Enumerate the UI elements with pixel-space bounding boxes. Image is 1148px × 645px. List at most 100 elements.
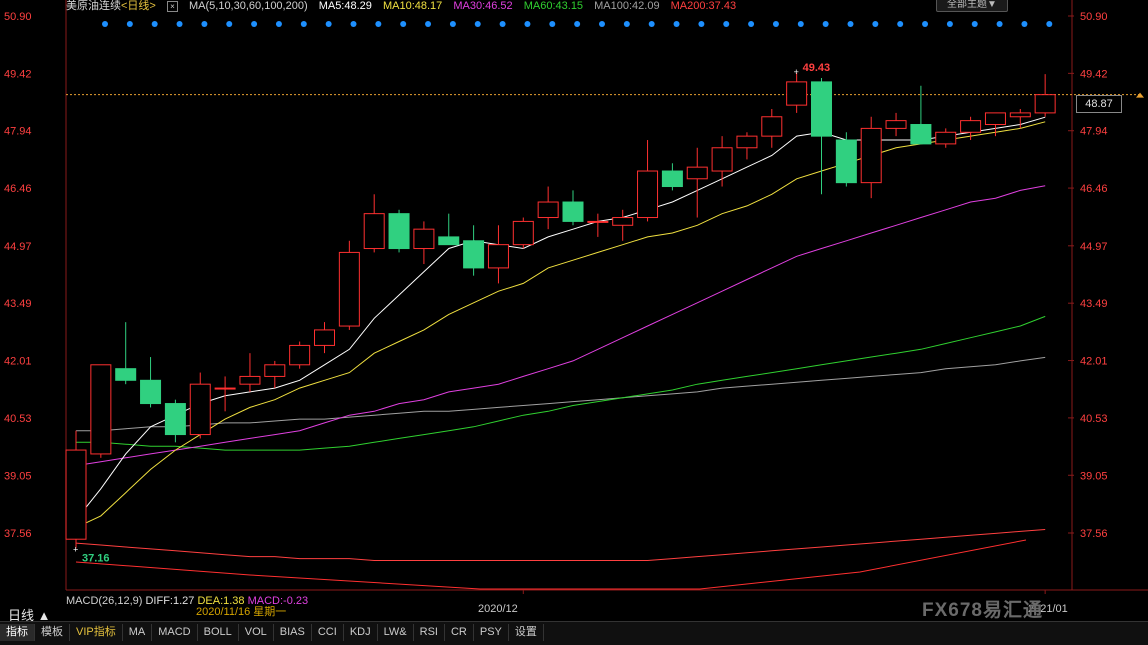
candle-body[interactable] [811, 81, 832, 137]
candle-body[interactable] [910, 124, 932, 145]
tab-7[interactable]: BIAS [274, 624, 312, 641]
candle-body[interactable] [1034, 94, 1056, 114]
candle-body[interactable] [562, 201, 584, 222]
candle-body[interactable] [289, 344, 311, 366]
ma100-line [76, 356, 1046, 432]
price-axis-label: 40.53 [1080, 413, 1108, 425]
price-axis-label: 37.56 [1080, 528, 1108, 540]
price-axis-label-left: 49.42 [4, 68, 32, 80]
close-indicator-icon[interactable]: × [166, 1, 178, 12]
signal-dot [300, 21, 307, 27]
candle-body[interactable] [736, 135, 758, 149]
tab-0[interactable]: 指标 [0, 624, 35, 641]
signal-dot [599, 21, 605, 27]
candle-body[interactable] [761, 116, 783, 137]
tab-12[interactable]: CR [445, 624, 474, 641]
candlestick-chart[interactable]: 50.90 50.90 49.42 49.42 47.94 47.94 46.46 46.46… [0, 0, 1148, 644]
candle-body[interactable] [164, 403, 186, 436]
tab-4[interactable]: MACD [152, 624, 198, 641]
date-tick-2020-12: 2020/12 [478, 603, 518, 615]
candle-body[interactable] [885, 120, 907, 129]
ma5-line [75, 116, 1046, 521]
tab-14[interactable]: 设置 [509, 624, 544, 641]
price-axis-label: 50.90 [1080, 11, 1108, 23]
candle-body[interactable] [984, 112, 1006, 126]
candle-body[interactable] [960, 120, 982, 133]
candle-body[interactable] [1009, 112, 1031, 118]
candle-body[interactable] [686, 166, 708, 180]
signal-dot [1046, 21, 1053, 27]
candle-body[interactable] [935, 131, 957, 145]
candle-body[interactable] [438, 236, 460, 246]
high-price-label: 49.43 [803, 62, 831, 74]
tab-8[interactable]: CCI [312, 624, 344, 641]
candle-body[interactable] [115, 368, 137, 381]
candle-body[interactable] [314, 329, 335, 346]
candle-body[interactable] [214, 387, 236, 390]
cursor-date: 2020/11/16 星期一 [196, 606, 287, 618]
signal-dot [847, 21, 854, 27]
candle-body[interactable] [786, 81, 808, 106]
symbol-name: 美原油连续 [66, 0, 121, 12]
candle-body[interactable] [463, 240, 485, 269]
candle-body[interactable] [612, 217, 634, 226]
tab-11[interactable]: RSI [414, 624, 445, 641]
price-axis-label-left: 40.53 [4, 413, 32, 425]
ma10-line [75, 121, 1046, 529]
signal-dot [822, 21, 829, 27]
price-axis-label: 42.01 [1080, 356, 1108, 368]
candle-body[interactable] [338, 251, 360, 327]
price-axis-label: 43.49 [1080, 298, 1108, 310]
candle-body[interactable] [860, 127, 882, 184]
price-axis-label-left: 42.01 [4, 356, 32, 368]
signal-dot [748, 21, 755, 27]
tab-5[interactable]: BOLL [198, 624, 239, 641]
macd-title: MACD(26,12,9) [66, 595, 143, 607]
last-price-arrow-icon [1136, 92, 1144, 98]
signal-dot [574, 21, 581, 27]
candle-body[interactable] [512, 220, 534, 246]
candle-body[interactable] [239, 375, 261, 385]
tab-2[interactable]: VIP指标 [70, 624, 123, 641]
candle-body[interactable] [587, 220, 609, 223]
theme-dropdown-button[interactable]: 全部主题▼ [936, 0, 1008, 12]
candle-body[interactable] [388, 213, 410, 250]
tab-1[interactable]: 模板 [35, 624, 70, 641]
tab-10[interactable]: LW& [378, 624, 414, 641]
candle-body[interactable] [363, 213, 385, 250]
signal-dot [623, 21, 630, 27]
signal-dot [524, 21, 531, 27]
candle-body[interactable] [65, 449, 87, 540]
candle-body[interactable] [711, 147, 733, 172]
tab-13[interactable]: PSY [474, 624, 509, 641]
signal-dot [325, 21, 332, 27]
signal-dot [772, 21, 779, 27]
signal-dot [226, 21, 233, 27]
ma30-value: MA30:46.52 [453, 0, 513, 12]
candle-body[interactable] [537, 201, 559, 219]
macd-diff: DIFF:1.27 [145, 595, 195, 607]
ma-title: MA(5,10,30,60,100,200) [188, 0, 308, 12]
ma60-value: MA60:43.15 [523, 0, 584, 12]
tab-3[interactable]: MA [123, 624, 153, 641]
candle-body[interactable] [413, 228, 435, 250]
price-axis-label: 44.97 [1080, 241, 1108, 253]
signal-dot [400, 21, 407, 27]
ma10-value: MA10:48.17 [382, 0, 443, 12]
candle-body[interactable] [661, 170, 683, 188]
signal-dot [425, 21, 432, 27]
candle-body[interactable] [90, 364, 112, 455]
candle-body[interactable] [487, 244, 509, 269]
candle-body[interactable] [264, 364, 286, 377]
candle-body[interactable] [189, 383, 211, 436]
signal-dot [176, 21, 183, 27]
candle-body[interactable] [637, 170, 659, 219]
tab-9[interactable]: KDJ [344, 624, 378, 641]
signal-dot [201, 21, 208, 27]
tab-6[interactable]: VOL [239, 624, 274, 641]
candle-body[interactable] [835, 139, 857, 184]
price-axis-label-left: 43.49 [4, 298, 32, 310]
candle-body[interactable] [140, 379, 162, 405]
price-axis-label: 46.46 [1080, 183, 1108, 195]
price-axis-label-left: 39.05 [4, 470, 32, 482]
